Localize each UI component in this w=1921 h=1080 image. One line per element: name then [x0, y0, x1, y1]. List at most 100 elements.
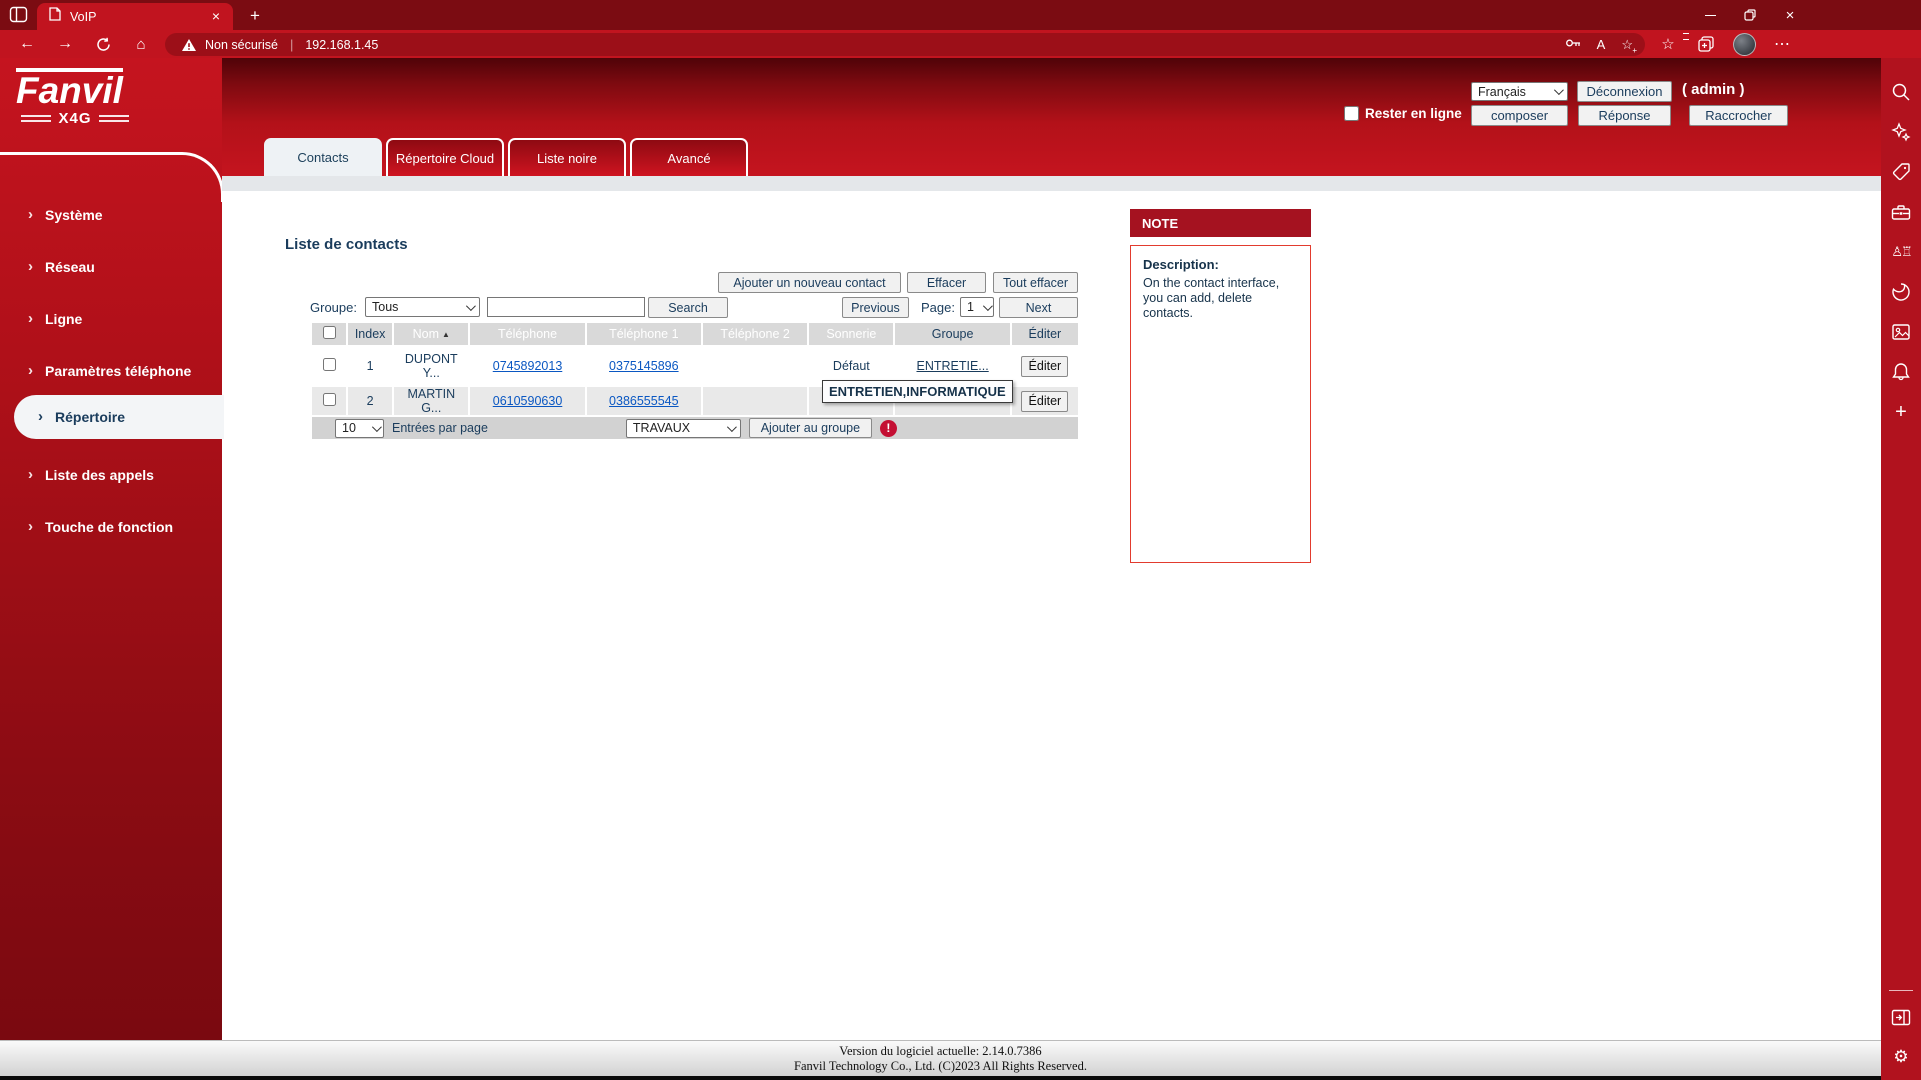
tab-group-icon[interactable]	[1690, 30, 1722, 58]
delete-all-button[interactable]: Tout effacer	[993, 272, 1078, 293]
settings-gear-icon[interactable]: ⚙	[1881, 1040, 1921, 1074]
search-icon[interactable]	[1881, 75, 1921, 109]
tab-close-icon[interactable]: ×	[207, 8, 225, 26]
sidebar-item-repertoire[interactable]: › Répertoire	[14, 395, 224, 439]
page-select[interactable]: 1	[960, 297, 994, 317]
workspaces-icon[interactable]	[9, 5, 28, 29]
next-page-button[interactable]: Next	[999, 297, 1078, 318]
add-to-group-button[interactable]: Ajouter au groupe	[749, 418, 872, 438]
col-ring[interactable]: Sonnerie	[809, 323, 893, 345]
tabs-underline-strip	[222, 176, 1881, 191]
password-key-icon[interactable]	[1565, 36, 1581, 53]
edit-button[interactable]: Éditer	[1021, 391, 1068, 412]
delete-button[interactable]: Effacer	[907, 272, 986, 293]
note-header: NOTE	[1130, 209, 1311, 237]
tab-contacts[interactable]: Contacts	[264, 138, 382, 176]
chevron-right-icon: ›	[28, 258, 33, 275]
profile-avatar[interactable]	[1728, 30, 1760, 58]
page-tabs: Contacts Répertoire Cloud Liste noire Av…	[264, 138, 748, 176]
sidebar-divider	[1889, 990, 1913, 991]
select-all-checkbox[interactable]	[323, 326, 336, 339]
visual-search-image-icon[interactable]	[1881, 315, 1921, 349]
edit-button[interactable]: Éditer	[1021, 356, 1068, 377]
sidebar-item-liste-des-appels[interactable]: › Liste des appels	[0, 459, 222, 491]
favorite-star-icon[interactable]: ☆+	[1621, 37, 1633, 53]
sidebar-item-systeme[interactable]: › Système	[0, 199, 222, 231]
bottom-strip	[0, 1076, 1881, 1080]
window-minimize-button[interactable]	[1690, 0, 1730, 30]
previous-page-button[interactable]: Previous	[842, 297, 909, 318]
read-aloud-icon[interactable]: A	[1597, 37, 1606, 52]
fanvil-logo: Fanvil X4G	[16, 68, 166, 127]
search-button[interactable]: Search	[648, 297, 728, 318]
designer-icon[interactable]	[1881, 275, 1921, 309]
firmware-version: Version du logiciel actuelle: 2.14.0.738…	[839, 1044, 1041, 1059]
chevron-right-icon: ›	[28, 362, 33, 379]
phone1-link[interactable]: 0375145896	[609, 359, 679, 373]
add-to-group-select[interactable]: TRAVAUX	[626, 419, 741, 438]
address-bar[interactable]: Non sécurisé | 192.168.1.45 A ☆+	[165, 33, 1645, 56]
brand-name: Fanvil	[16, 68, 123, 109]
url-text[interactable]: 192.168.1.45	[305, 38, 378, 52]
tab-repertoire-cloud[interactable]: Répertoire Cloud	[386, 138, 504, 176]
col-phone2[interactable]: Téléphone 2	[703, 323, 807, 345]
sidebar-item-parametres-telephone[interactable]: › Paramètres téléphone	[0, 355, 222, 387]
col-group: Groupe	[895, 323, 1009, 345]
browser-menu-icon[interactable]: ⋯	[1766, 30, 1798, 58]
page-size-select[interactable]: 10	[335, 419, 384, 438]
dial-button[interactable]: composer	[1471, 105, 1568, 126]
sidebar-item-ligne[interactable]: › Ligne	[0, 303, 222, 335]
cell-name: DUPONTY...	[394, 347, 468, 385]
tab-liste-noire[interactable]: Liste noire	[508, 138, 626, 176]
row-checkbox[interactable]	[323, 393, 336, 406]
logo-lines-left	[21, 115, 51, 122]
cell-phone2	[703, 387, 807, 415]
group-tooltip: ENTRETIEN,INFORMATIQUE	[822, 380, 1013, 403]
sidebar-item-reseau[interactable]: › Réseau	[0, 251, 222, 283]
add-contact-button[interactable]: Ajouter un nouveau contact	[718, 272, 901, 293]
refresh-icon[interactable]	[88, 30, 118, 58]
sort-asc-icon: ▲	[442, 330, 450, 339]
shopping-tag-icon[interactable]	[1881, 155, 1921, 189]
back-icon[interactable]: ←	[12, 30, 42, 58]
table-header-row: Index Nom▲ Téléphone Téléphone 1 Télépho…	[312, 323, 1078, 345]
phone-link[interactable]: 0745892013	[493, 359, 563, 373]
hangup-button[interactable]: Raccrocher	[1689, 105, 1788, 126]
search-input[interactable]	[487, 297, 645, 317]
forward-icon[interactable]: →	[50, 30, 80, 58]
security-label[interactable]: Non sécurisé	[205, 38, 278, 52]
window-close-button[interactable]: ×	[1770, 0, 1810, 30]
language-select[interactable]: Français	[1471, 82, 1568, 101]
home-icon[interactable]: ⌂	[126, 30, 156, 58]
col-phone1[interactable]: Téléphone 1	[587, 323, 701, 345]
browser-tab[interactable]: VoIP ×	[37, 3, 233, 30]
model-name: X4G	[58, 110, 91, 127]
tools-toolbox-icon[interactable]	[1881, 195, 1921, 229]
bell-icon[interactable]	[1881, 355, 1921, 389]
favorites-bar-icon[interactable]: ☆	[1652, 30, 1684, 58]
discover-sparkles-icon[interactable]	[1881, 115, 1921, 149]
tab-avance[interactable]: Avancé	[630, 138, 748, 176]
chevron-right-icon: ›	[28, 466, 33, 483]
entries-per-page-label: Entrées par page	[392, 421, 488, 435]
answer-button[interactable]: Réponse	[1578, 105, 1671, 126]
row-checkbox[interactable]	[323, 358, 336, 371]
col-name[interactable]: Nom▲	[394, 323, 468, 345]
sidebar-item-touche-de-fonction[interactable]: › Touche de fonction	[0, 511, 222, 543]
page-footer: Version du logiciel actuelle: 2.14.0.738…	[0, 1040, 1881, 1076]
chevron-right-icon: ›	[28, 310, 33, 327]
phone1-link[interactable]: 0386555545	[609, 394, 679, 408]
group-link[interactable]: ENTRETIE...	[916, 359, 988, 373]
customize-sidebar-plus-icon[interactable]: +	[1881, 395, 1921, 429]
phone-link[interactable]: 0610590630	[493, 394, 563, 408]
logout-button[interactable]: Déconnexion	[1577, 81, 1672, 102]
games-icon[interactable]: ♙♖	[1881, 235, 1921, 269]
group-filter-select[interactable]: Tous	[365, 297, 480, 317]
help-exclamation-icon[interactable]: !	[880, 420, 897, 437]
cell-index: 2	[348, 387, 392, 415]
window-restore-button[interactable]	[1730, 0, 1770, 30]
keep-online-checkbox[interactable]	[1344, 106, 1359, 121]
col-phone[interactable]: Téléphone	[470, 323, 584, 345]
new-tab-button[interactable]: +	[243, 4, 267, 28]
open-panel-icon[interactable]	[1881, 1000, 1921, 1034]
